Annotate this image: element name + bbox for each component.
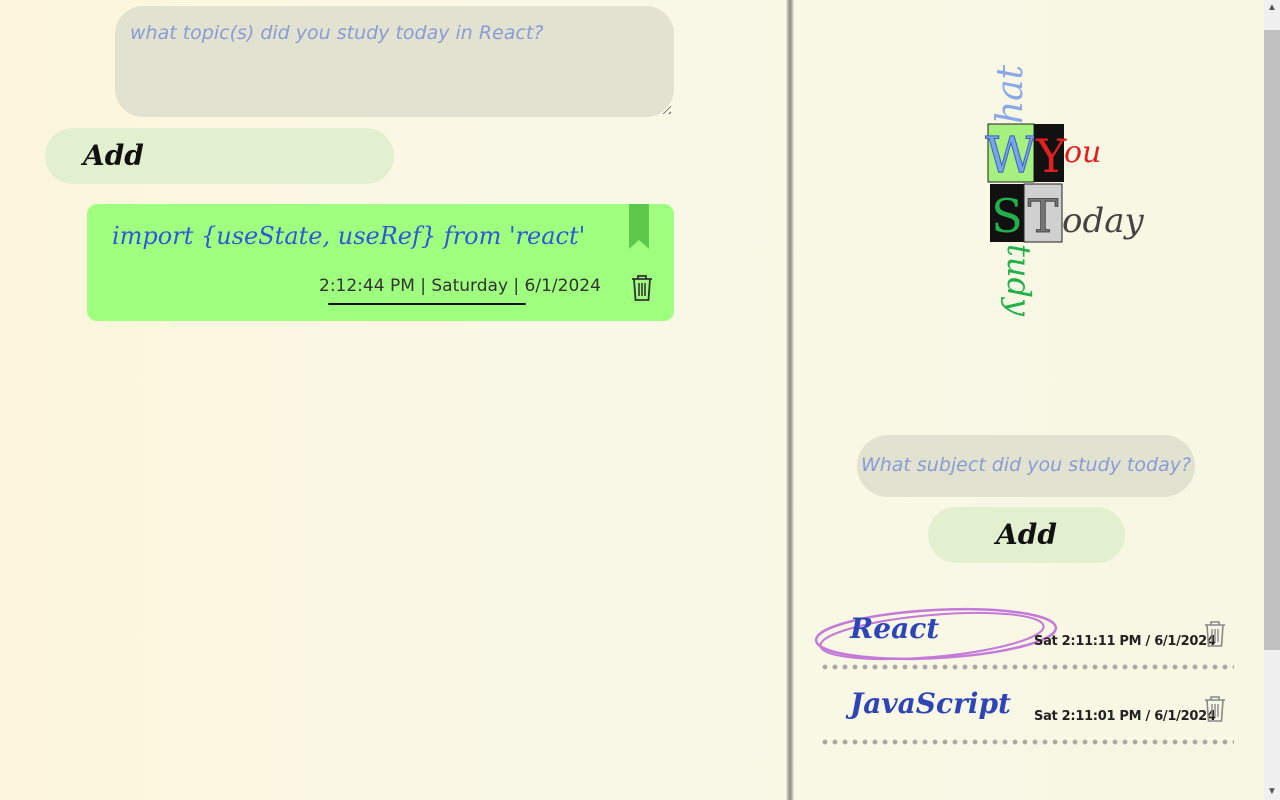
logo-word-ou: ou (1064, 135, 1101, 170)
logo-letter-s: S (991, 189, 1023, 243)
subject-input[interactable]: What subject did you study today? (857, 435, 1195, 497)
add-subject-button[interactable]: Add (928, 507, 1125, 563)
subject-name[interactable]: React (850, 612, 939, 645)
subject-name[interactable]: JavaScript (850, 687, 1011, 720)
subject-timestamp: Sat 2:11:11 PM / 6/1/2024 (1034, 634, 1216, 649)
logo-word-hat: hat (990, 64, 1031, 124)
subject-row[interactable]: React Sat 2:11:11 PM / 6/1/2024 (820, 612, 1234, 672)
subject-timestamp: Sat 2:11:01 PM / 6/1/2024 (1034, 709, 1216, 724)
topic-textarea[interactable]: what topic(s) did you study today in Rea… (115, 6, 674, 117)
scroll-thumb[interactable] (1264, 30, 1280, 650)
timestamp-underline (328, 303, 526, 305)
logo-word-oday: oday (1062, 201, 1144, 241)
note-text: import {useState, useRef} from 'react' (112, 222, 586, 250)
trash-icon[interactable] (1204, 620, 1226, 648)
bookmark-icon[interactable] (629, 204, 649, 249)
logo-word-tudy: tudy (1000, 244, 1038, 317)
logo-letter-t: T (1028, 189, 1059, 243)
trash-icon[interactable] (630, 274, 654, 302)
logo-letter-w: W (985, 126, 1037, 184)
resize-handle-icon[interactable] (659, 102, 671, 114)
scrollbar[interactable]: ▲ ▼ (1264, 0, 1280, 800)
topic-note-card: import {useState, useRef} from 'react' 2… (87, 204, 674, 321)
row-divider (820, 739, 1234, 745)
trash-icon[interactable] (1204, 695, 1226, 723)
topics-pane: what topic(s) did you study today in Rea… (0, 0, 788, 800)
wyst-logo: hat W Y ou S T oday tudy (985, 64, 1144, 317)
logo-letter-y: Y (1035, 129, 1067, 183)
note-timestamp: 2:12:44 PM | Saturday | 6/1/2024 (319, 276, 601, 296)
scroll-down-icon[interactable]: ▼ (1264, 784, 1280, 800)
topic-placeholder: what topic(s) did you study today in Rea… (130, 22, 544, 44)
subject-placeholder: What subject did you study today? (860, 454, 1192, 476)
scroll-up-icon[interactable]: ▲ (1264, 0, 1280, 16)
row-divider (820, 664, 1234, 670)
add-topic-button[interactable]: Add (45, 128, 394, 184)
subjects-pane: hat W Y ou S T oday tudy What subject di… (794, 0, 1264, 800)
subject-row[interactable]: JavaScript Sat 2:11:01 PM / 6/1/2024 (820, 687, 1234, 747)
pane-divider (786, 0, 794, 800)
